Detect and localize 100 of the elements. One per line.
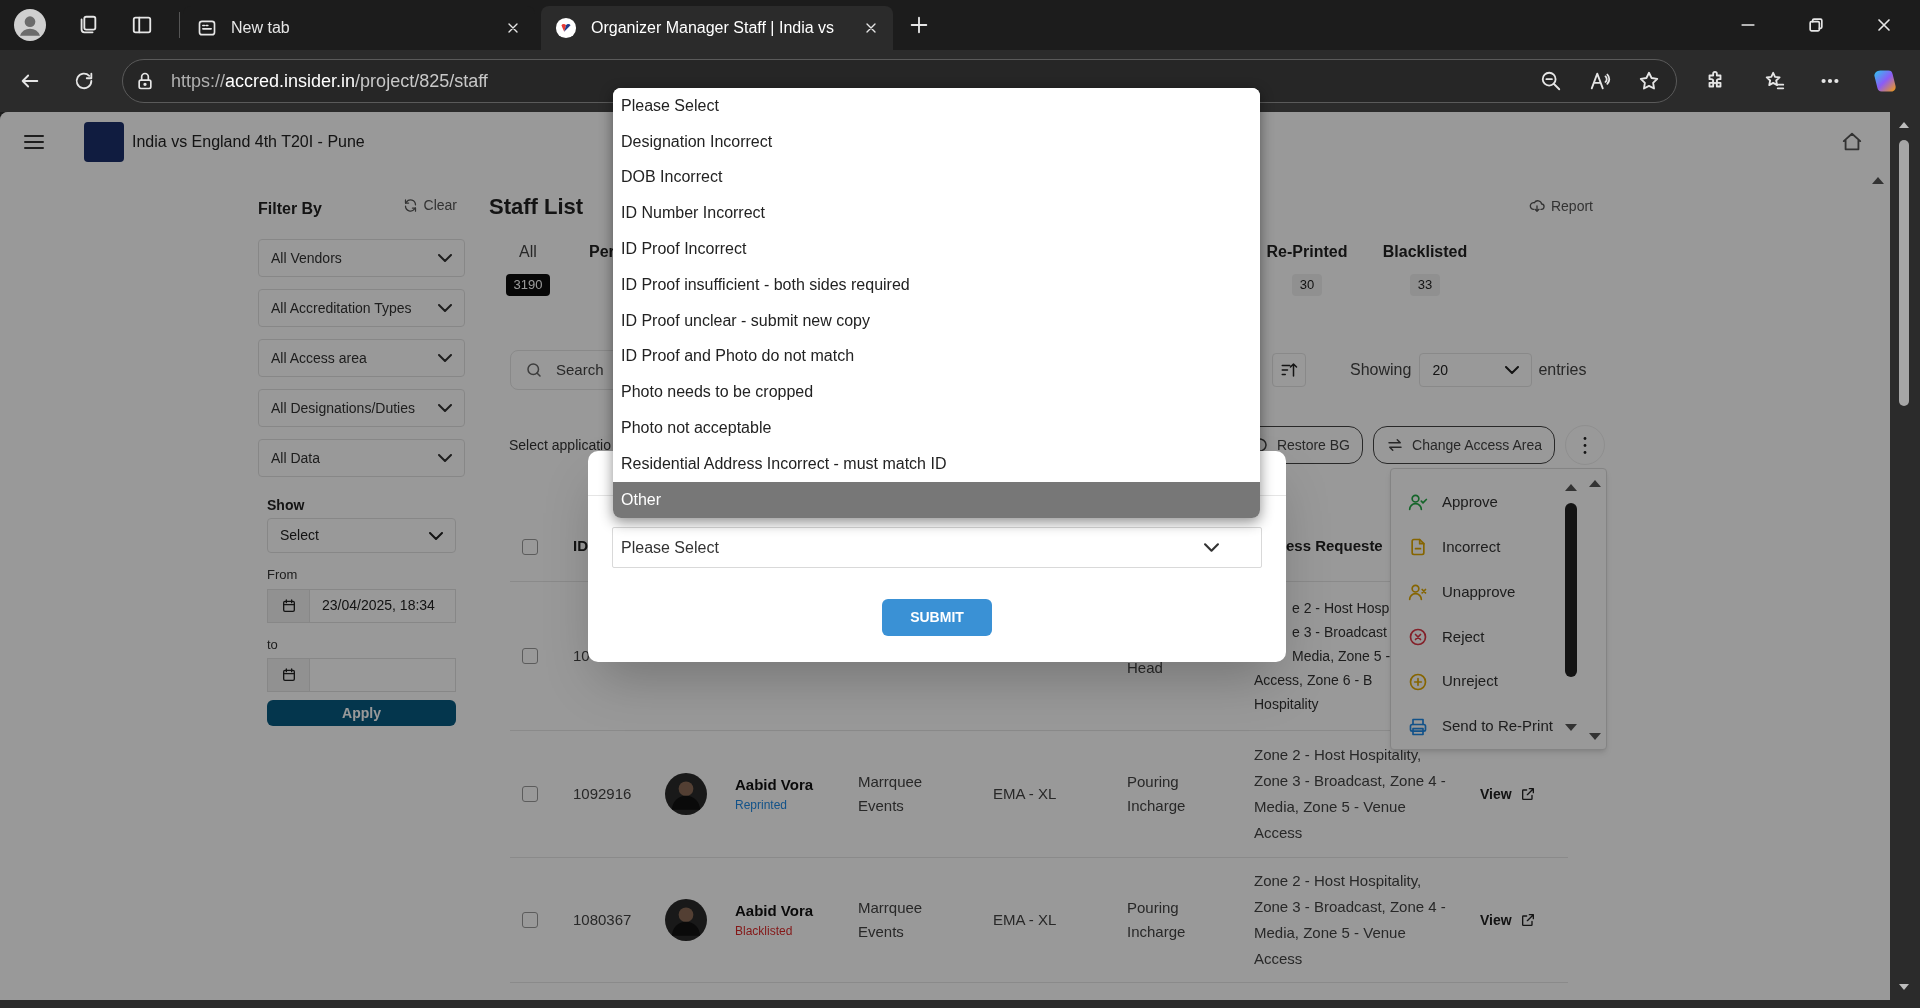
dropdown-option[interactable]: Photo not acceptable [613, 410, 1260, 446]
vendor-name: Marrquee Events [858, 898, 924, 942]
staff-name: Aabid Vora [735, 900, 815, 921]
menu-item[interactable]: Incorrect [1391, 524, 1606, 570]
sort-button[interactable] [1272, 353, 1306, 387]
status-label: Reprinted [735, 797, 788, 815]
tab-title: Organizer Manager Staff | India vs [591, 18, 835, 38]
dropdown-option[interactable]: ID Number Incorrect [613, 195, 1260, 232]
favorites-icon[interactable] [1764, 70, 1786, 92]
dropdown-option[interactable]: Other [613, 481, 1260, 518]
access-areas: Access, Zone 6 - B [1254, 668, 1373, 692]
dropdown[interactable]: All Data [258, 439, 465, 477]
menu-item[interactable]: Unapprove [1391, 569, 1606, 615]
chevron-down-icon [438, 254, 452, 262]
apply-button[interactable]: Apply [267, 700, 456, 726]
dropdown-option[interactable]: Designation Incorrect [613, 123, 1260, 160]
staff-id: 1080367 [573, 909, 632, 930]
page-title: Staff List [489, 192, 584, 221]
menu-item[interactable]: Reject [1391, 614, 1606, 660]
to-label: to [267, 635, 279, 654]
chevron-down-icon [1204, 543, 1219, 552]
date-field[interactable] [267, 658, 456, 692]
chevron-down-icon [438, 354, 452, 362]
search-icon [525, 361, 543, 379]
zoom-out-icon[interactable] [1540, 70, 1562, 92]
show-label: Show [267, 496, 306, 515]
staff-id: 1092916 [573, 783, 632, 804]
dropdown[interactable]: All Accreditation Types [258, 289, 465, 327]
dropdown-option[interactable]: ID Proof Incorrect [613, 231, 1260, 267]
row-checkbox[interactable] [522, 538, 538, 555]
event-title: India vs England 4th T20I - Pune [132, 132, 365, 152]
menu-item[interactable]: Unreject [1391, 659, 1606, 705]
new-tab-icon[interactable] [908, 14, 930, 36]
from-label: From [267, 566, 299, 584]
show-dropdown[interactable]: Select [267, 518, 456, 553]
dropdown-option[interactable]: Residential Address Incorrect - must match ID [613, 445, 1260, 482]
swap-arrows-icon [1386, 436, 1404, 454]
staff-id: 10 [573, 645, 590, 666]
reason-dropdown[interactable]: Please Select [612, 527, 1262, 568]
refresh-icon [402, 197, 418, 213]
count-badge: 30 [1291, 274, 1323, 296]
view-link[interactable]: View [1480, 909, 1536, 931]
status-tab[interactable]: Re-Printed 30 [1257, 240, 1357, 296]
date-field[interactable]: 23/04/2025, 18:34 [267, 588, 456, 623]
chevron-down-icon [1505, 366, 1520, 374]
avatar-silhouette-icon [665, 899, 707, 941]
accreditation-type: EMA - XL [993, 783, 1057, 804]
chevron-down-icon [438, 304, 452, 312]
entries-label: entries [1538, 360, 1587, 380]
report-button[interactable]: Report [1516, 190, 1605, 222]
read-aloud-icon[interactable] [1589, 70, 1611, 92]
star-icon[interactable] [1638, 70, 1660, 92]
calendar-icon [280, 597, 297, 614]
staff-name: Aabid Vora [735, 774, 815, 795]
designation: Pouring Incharge [1127, 898, 1187, 942]
sort-icon [1280, 361, 1298, 379]
chevron-down-icon [429, 531, 443, 540]
submit-button[interactable]: SUBMIT [882, 599, 992, 636]
row-checkbox[interactable] [522, 786, 538, 802]
status-tab[interactable]: Blacklisted 33 [1375, 240, 1475, 296]
home-icon[interactable] [1841, 131, 1863, 153]
scroll-up-arrow-icon[interactable] [1871, 175, 1885, 185]
vendor-name: Marrquee Events [858, 772, 924, 816]
count-badge: 33 [1409, 274, 1441, 296]
page-size-dropdown[interactable]: 20 [1419, 353, 1533, 387]
tab-actions-icon[interactable] [131, 14, 153, 36]
access-areas: e 3 - Broadcast [1292, 620, 1387, 644]
lock-icon [135, 71, 155, 91]
count-badge: 3190 [505, 274, 551, 296]
designation: Pouring Incharge [1127, 772, 1187, 816]
status-label: Blacklisted [735, 923, 793, 941]
designation: Head [1127, 658, 1164, 678]
status-tab[interactable]: All 3190 [497, 240, 559, 296]
restore-icon[interactable] [1806, 15, 1826, 35]
dropdown[interactable]: All Access area [258, 339, 465, 377]
accreditation-type: EMA - XL [993, 909, 1057, 930]
dropdown-option[interactable]: ID Proof unclear - submit new copy [613, 302, 1260, 339]
dropdown-option[interactable]: ID Proof and Photo do not match [613, 338, 1260, 375]
clear-button[interactable]: Clear [394, 191, 465, 219]
profile-avatar-icon[interactable] [14, 9, 46, 41]
dropdown-option[interactable]: Please Select [613, 88, 1260, 124]
access-areas: e 2 - Host Hosp [1292, 596, 1390, 620]
row-checkbox[interactable] [522, 648, 538, 664]
dropdown-option[interactable]: ID Proof insufficient - both sides required [613, 267, 1260, 303]
dropdown[interactable]: All Vendors [258, 239, 465, 277]
menu-item[interactable]: Approve [1391, 480, 1606, 525]
refresh-icon[interactable] [73, 70, 95, 92]
external-link-icon [1519, 786, 1536, 802]
dropdown[interactable]: All Designations/Duties [258, 389, 465, 427]
access-areas: Hospitality [1254, 692, 1319, 716]
view-link[interactable]: View [1480, 783, 1536, 805]
logo-image-placeholder [84, 122, 124, 162]
row-checkbox[interactable] [522, 912, 538, 928]
browser-tab[interactable]: Organizer Manager Staff | India vs [541, 6, 893, 50]
external-link-icon [1519, 912, 1536, 928]
access-areas: Media, Zone 5 - [1292, 644, 1391, 668]
action-button[interactable]: Change Access Area [1373, 426, 1555, 464]
dropdown-option[interactable]: DOB Incorrect [613, 159, 1260, 196]
dropdown-option[interactable]: Photo needs to be cropped [613, 374, 1260, 411]
calendar-icon [280, 667, 297, 683]
